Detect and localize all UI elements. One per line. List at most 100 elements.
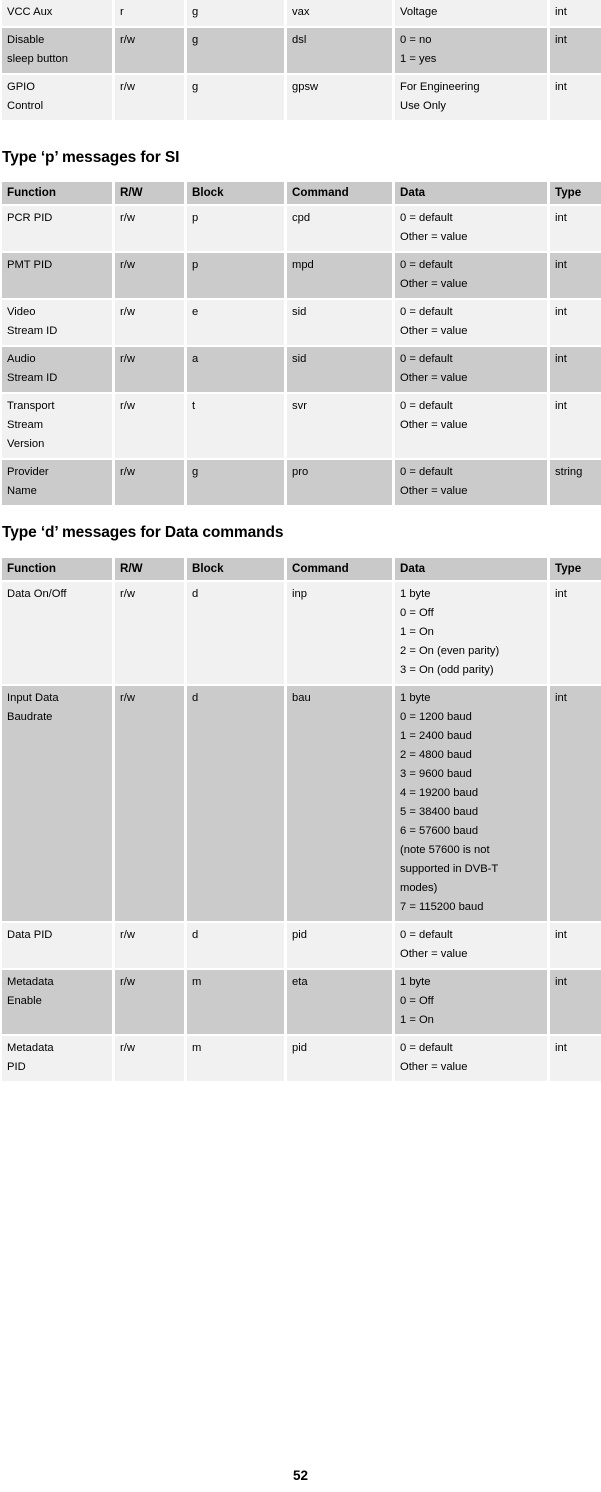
- cell-line: Enable: [7, 995, 42, 1007]
- document-page: VCC Aux r g vax Voltage int Disable sleep butto…: [0, 0, 601, 1492]
- cell-function: Data PID: [2, 923, 112, 968]
- cell-line: 0 = default: [400, 1042, 453, 1054]
- cell-type: string: [550, 460, 601, 505]
- cell-line: Metadata: [7, 976, 54, 988]
- cell-rw: r/w: [115, 394, 184, 458]
- cell-function: Video Stream ID: [2, 300, 112, 345]
- p-messages-table-wrapper: Function R/W Block Command Data Type PCR PID r/…: [0, 180, 601, 507]
- cell-line: 5 = 38400 baud: [400, 806, 479, 818]
- cell-rw: r/w: [115, 28, 184, 73]
- cell-function: PMT PID: [2, 253, 112, 298]
- column-header-data: Data: [395, 558, 547, 580]
- cell-line: PMT PID: [7, 259, 53, 271]
- cell-line: 0 = default: [400, 306, 453, 318]
- cell-line: Input Data: [7, 692, 59, 704]
- table-row: PMT PID r/w p mpd 0 = default Other = value in…: [2, 253, 601, 298]
- continued-table-wrapper: VCC Aux r g vax Voltage int Disable sleep butto…: [0, 0, 601, 122]
- cell-type: int: [550, 1036, 601, 1081]
- cell-block: a: [187, 347, 284, 392]
- cell-line: Stream: [7, 419, 44, 431]
- cell-line: 0 = default: [400, 400, 453, 412]
- table-row: Metadata Enable r/w m eta 1 byte 0 = Off 1 = On…: [2, 970, 601, 1034]
- cell-function: Metadata Enable: [2, 970, 112, 1034]
- cell-function: GPIO Control: [2, 75, 112, 120]
- cell-line: 0 = no: [400, 34, 432, 46]
- cell-block: d: [187, 582, 284, 684]
- cell-data: 0 = default Other = value: [395, 460, 547, 505]
- cell-command: bau: [287, 686, 392, 921]
- cell-line: 1 byte: [400, 588, 431, 600]
- section-heading-d-messages: Type ‘d’ messages for Data commands: [2, 524, 284, 541]
- cell-command: svr: [287, 394, 392, 458]
- column-header-block: Block: [187, 182, 284, 204]
- column-header-block: Block: [187, 558, 284, 580]
- cell-data: 1 byte 0 = 1200 baud 1 = 2400 baud 2 = 4800…: [395, 686, 547, 921]
- cell-line: Name: [7, 485, 37, 497]
- cell-type: int: [550, 923, 601, 968]
- cell-line: Control: [7, 100, 44, 112]
- cell-line: sleep button: [7, 53, 68, 65]
- cell-line: 6 = 57600 baud: [400, 825, 479, 837]
- table-header-row: Function R/W Block Command Data Type: [2, 182, 601, 204]
- column-header-command: Command: [287, 182, 392, 204]
- cell-rw: r/w: [115, 1036, 184, 1081]
- cell-rw: r/w: [115, 460, 184, 505]
- cell-line: GPIO: [7, 81, 35, 93]
- table-row: Disable sleep button r/w g dsl 0 = no 1 = yes i…: [2, 28, 601, 73]
- cell-line: Other = value: [400, 278, 468, 290]
- table-row: VCC Aux r g vax Voltage int: [2, 0, 601, 26]
- column-header-rw: R/W: [115, 558, 184, 580]
- cell-line: For Engineering: [400, 81, 480, 93]
- cell-line: 1 = On: [400, 1014, 434, 1026]
- cell-line: 0 = default: [400, 929, 453, 941]
- cell-type: int: [550, 686, 601, 921]
- table-row: Audio Stream ID r/w a sid 0 = default Other = …: [2, 347, 601, 392]
- cell-line: Disable: [7, 34, 45, 46]
- cell-line: Stream ID: [7, 325, 58, 337]
- cell-function: Transport Stream Version: [2, 394, 112, 458]
- cell-data: 0 = default Other = value: [395, 300, 547, 345]
- cell-command: pid: [287, 1036, 392, 1081]
- column-header-command: Command: [287, 558, 392, 580]
- cell-function: VCC Aux: [2, 0, 112, 26]
- cell-block: g: [187, 460, 284, 505]
- cell-block: t: [187, 394, 284, 458]
- cell-type: int: [550, 28, 601, 73]
- cell-type: int: [550, 582, 601, 684]
- cell-line: 1 byte: [400, 976, 431, 988]
- cell-data: 0 = default Other = value: [395, 206, 547, 251]
- cell-type: int: [550, 206, 601, 251]
- cell-line: Version: [7, 438, 45, 450]
- cell-block: e: [187, 300, 284, 345]
- cell-line: 0 = default: [400, 212, 453, 224]
- cell-line: 0 = default: [400, 259, 453, 271]
- cell-line: Audio: [7, 353, 36, 365]
- cell-line: (note 57600 is not: [400, 844, 490, 856]
- table-row: GPIO Control r/w g gpsw For Engineering Use On…: [2, 75, 601, 120]
- cell-line: 1 byte: [400, 692, 431, 704]
- cell-line: 1 = 2400 baud: [400, 730, 472, 742]
- d-messages-table: Function R/W Block Command Data Type Data On/O…: [0, 556, 601, 1083]
- cell-line: 0 = default: [400, 353, 453, 365]
- d-messages-table-wrapper: Function R/W Block Command Data Type Data On/O…: [0, 556, 601, 1083]
- cell-block: g: [187, 0, 284, 26]
- table-row: Input Data Baudrate r/w d bau 1 byte 0 = 1200 …: [2, 686, 601, 921]
- cell-block: p: [187, 206, 284, 251]
- cell-line: 2 = On (even parity): [400, 645, 500, 657]
- cell-data: 1 byte 0 = Off 1 = On 2 = On (even parity) 3…: [395, 582, 547, 684]
- cell-block: m: [187, 1036, 284, 1081]
- cell-line: Video: [7, 306, 36, 318]
- cell-data: 0 = default Other = value: [395, 923, 547, 968]
- column-header-data: Data: [395, 182, 547, 204]
- cell-line: Data PID: [7, 929, 53, 941]
- cell-type: int: [550, 0, 601, 26]
- cell-block: d: [187, 923, 284, 968]
- table-header-row: Function R/W Block Command Data Type: [2, 558, 601, 580]
- table-row: Data PID r/w d pid 0 = default Other = value i…: [2, 923, 601, 968]
- cell-rw: r/w: [115, 75, 184, 120]
- cell-line: 0 = Off: [400, 995, 434, 1007]
- cell-command: mpd: [287, 253, 392, 298]
- cell-rw: r/w: [115, 300, 184, 345]
- cell-function: Data On/Off: [2, 582, 112, 684]
- cell-line: 1 = yes: [400, 53, 437, 65]
